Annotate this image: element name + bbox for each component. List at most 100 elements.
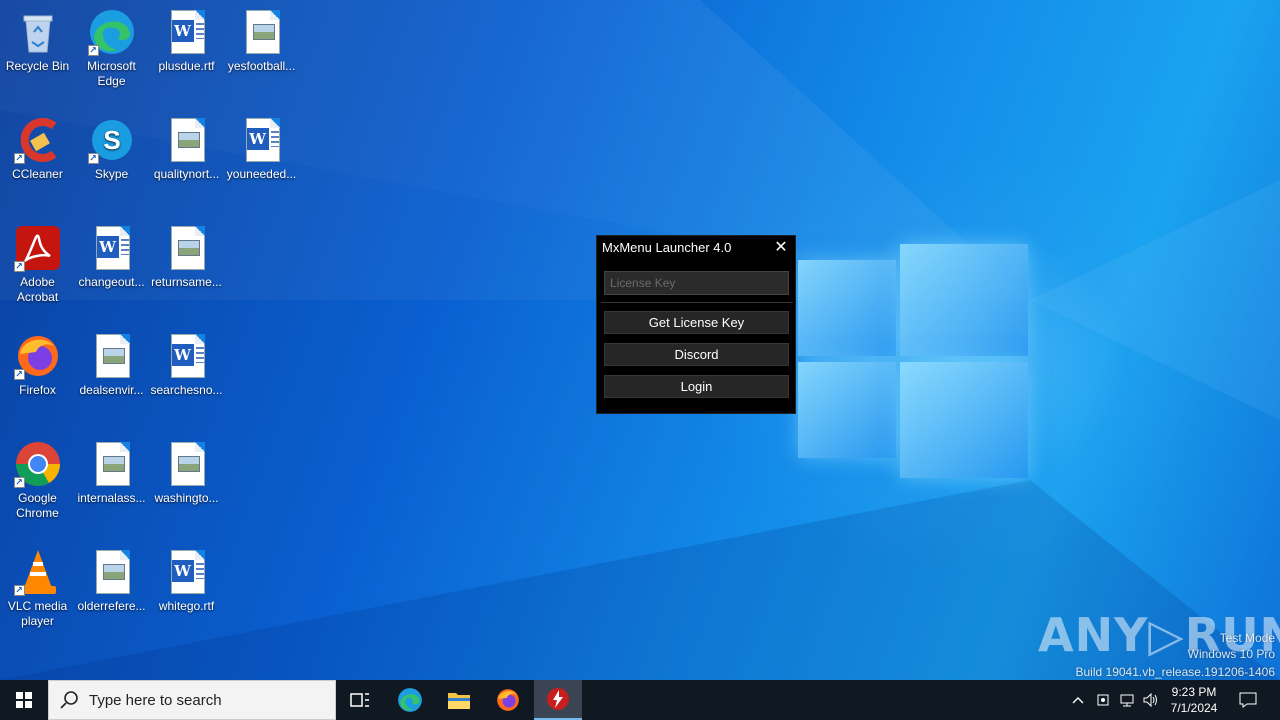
window-title: MxMenu Launcher 4.0 — [602, 240, 732, 255]
svg-text:S: S — [103, 125, 120, 155]
desktop-icon-label: internalass... — [77, 491, 146, 505]
image-file-icon — [163, 116, 211, 164]
vlc-icon: ↗ — [13, 548, 62, 596]
watermark-test-mode: Test Mode — [1219, 631, 1275, 645]
recycle-bin-icon — [14, 8, 62, 56]
windows-start-icon — [16, 692, 32, 708]
taskbar-search-box[interactable]: Type here to search — [48, 680, 336, 720]
taskbar-mxmenu-launcher[interactable] — [534, 680, 582, 720]
discord-button[interactable]: Discord — [604, 343, 789, 366]
clock-date: 7/1/2024 — [1170, 701, 1218, 715]
task-view-button[interactable] — [336, 680, 384, 720]
desktop-icon-changeout[interactable]: W changeout... — [74, 224, 149, 290]
desktop-icon-whitego-rtf[interactable]: W whitego.rtf — [149, 548, 224, 614]
shortcut-arrow-icon: ↗ — [13, 477, 25, 488]
desktop-icon-label: changeout... — [78, 275, 145, 289]
start-button[interactable] — [0, 680, 48, 720]
tray-device-icon — [1097, 694, 1109, 706]
speaker-icon — [1143, 692, 1157, 708]
taskbar: Type here to search 9:23 PM 7/1/2024 — [0, 680, 1280, 720]
image-file-icon — [238, 8, 286, 56]
divider — [601, 302, 793, 303]
firefox-icon — [497, 689, 519, 711]
desktop-icon-label: searchesno... — [150, 383, 223, 397]
skype-icon: S ↗ — [87, 116, 136, 164]
desktop-icon-vlc-media-player[interactable]: ↗ VLC media player — [0, 548, 75, 629]
edge-icon — [398, 688, 422, 712]
desktop-icon-microsoft-edge[interactable]: ↗ Microsoft Edge — [74, 8, 149, 89]
desktop-icon-dealsenvir[interactable]: dealsenvir... — [74, 332, 149, 398]
desktop-icon-label: Google Chrome — [16, 491, 59, 520]
desktop-icon-searchesno[interactable]: W searchesno... — [149, 332, 224, 398]
tray-app-button[interactable] — [1092, 680, 1114, 720]
show-hidden-icons-button[interactable] — [1068, 680, 1088, 720]
shortcut-arrow-icon: ↗ — [13, 585, 25, 596]
folder-icon — [448, 693, 470, 709]
chevron-up-icon — [1072, 697, 1084, 704]
desktop-icon-label: Adobe Acrobat — [16, 275, 59, 304]
desktop-icon-recycle-bin[interactable]: Recycle Bin — [0, 8, 75, 74]
image-file-icon — [88, 440, 136, 488]
get-license-key-button[interactable]: Get License Key — [604, 311, 789, 334]
desktop-icon-label: washingto... — [154, 491, 219, 505]
desktop-icon-washingto[interactable]: washingto... — [149, 440, 224, 506]
desktop-icon-google-chrome[interactable]: ↗ Google Chrome — [0, 440, 75, 521]
action-center-button[interactable] — [1232, 680, 1264, 720]
desktop-icon-plusdue-rtf[interactable]: W plusdue.rtf — [149, 8, 224, 74]
desktop-icon-label: CCleaner — [12, 167, 63, 181]
word-document-icon: W — [88, 224, 136, 272]
ccleaner-icon: ↗ — [13, 116, 62, 164]
image-file-icon — [163, 224, 211, 272]
desktop-icon-label: whitego.rtf — [158, 599, 215, 613]
shortcut-arrow-icon: ↗ — [13, 153, 25, 164]
desktop-icon-firefox[interactable]: ↗ Firefox — [0, 332, 75, 398]
desktop-icon-label: yesfootball... — [227, 59, 296, 73]
network-button[interactable] — [1116, 680, 1138, 720]
taskbar-clock[interactable]: 9:23 PM 7/1/2024 — [1160, 684, 1228, 716]
network-icon — [1120, 694, 1134, 707]
chrome-icon: ↗ — [13, 440, 62, 488]
windows-logo-wallpaper — [790, 238, 1035, 483]
desktop-icon-label: olderrefere... — [77, 599, 146, 613]
adobe-acrobat-icon: ↗ — [13, 224, 62, 272]
desktop-icon-skype[interactable]: S ↗ Skype — [74, 116, 149, 182]
lightning-icon — [547, 688, 569, 710]
license-key-input[interactable] — [604, 271, 789, 295]
close-icon[interactable]: ✕ — [771, 238, 791, 258]
taskbar-file-explorer[interactable] — [435, 680, 483, 720]
desktop-icon-qualitynort[interactable]: qualitynort... — [149, 116, 224, 182]
word-document-icon: W — [163, 332, 211, 380]
desktop-icon-olderrefere[interactable]: olderrefere... — [74, 548, 149, 614]
desktop-icon-label: plusdue.rtf — [158, 59, 215, 73]
shortcut-arrow-icon: ↗ — [87, 153, 99, 164]
shortcut-arrow-icon: ↗ — [13, 261, 25, 272]
word-document-icon: W — [163, 8, 211, 56]
search-placeholder: Type here to search — [89, 691, 222, 709]
login-button[interactable]: Login — [604, 375, 789, 398]
image-file-icon — [88, 332, 136, 380]
desktop-icon-youneeded[interactable]: W youneeded... — [224, 116, 299, 182]
shortcut-arrow-icon: ↗ — [87, 45, 99, 56]
desktop-icon-label: qualitynort... — [153, 167, 220, 181]
image-file-icon — [88, 548, 136, 596]
taskbar-edge[interactable] — [386, 680, 434, 720]
volume-button[interactable] — [1140, 680, 1162, 720]
taskbar-firefox[interactable] — [484, 680, 532, 720]
task-view-icon — [350, 693, 369, 707]
desktop-icon-internalass[interactable]: internalass... — [74, 440, 149, 506]
word-document-icon: W — [163, 548, 211, 596]
watermark-edition: Windows 10 Pro — [1187, 647, 1275, 661]
desktop-icon-ccleaner[interactable]: ↗ CCleaner — [0, 116, 75, 182]
desktop-icon-label: Firefox — [19, 383, 56, 397]
desktop-icon-label: returnsame... — [151, 275, 222, 289]
notification-icon — [1239, 692, 1257, 708]
edge-icon: ↗ — [87, 8, 136, 56]
search-icon — [60, 691, 78, 709]
firefox-icon: ↗ — [13, 332, 62, 380]
desktop-icon-adobe-acrobat[interactable]: ↗ Adobe Acrobat — [0, 224, 75, 305]
desktop-icon-yesfootball[interactable]: yesfootball... — [224, 8, 299, 74]
desktop-icon-label: Recycle Bin — [5, 59, 70, 73]
desktop-icon-returnsame[interactable]: returnsame... — [149, 224, 224, 290]
mxmenu-launcher-window: MxMenu Launcher 4.0 ✕ Get License Key Di… — [596, 235, 796, 414]
word-document-icon: W — [238, 116, 286, 164]
